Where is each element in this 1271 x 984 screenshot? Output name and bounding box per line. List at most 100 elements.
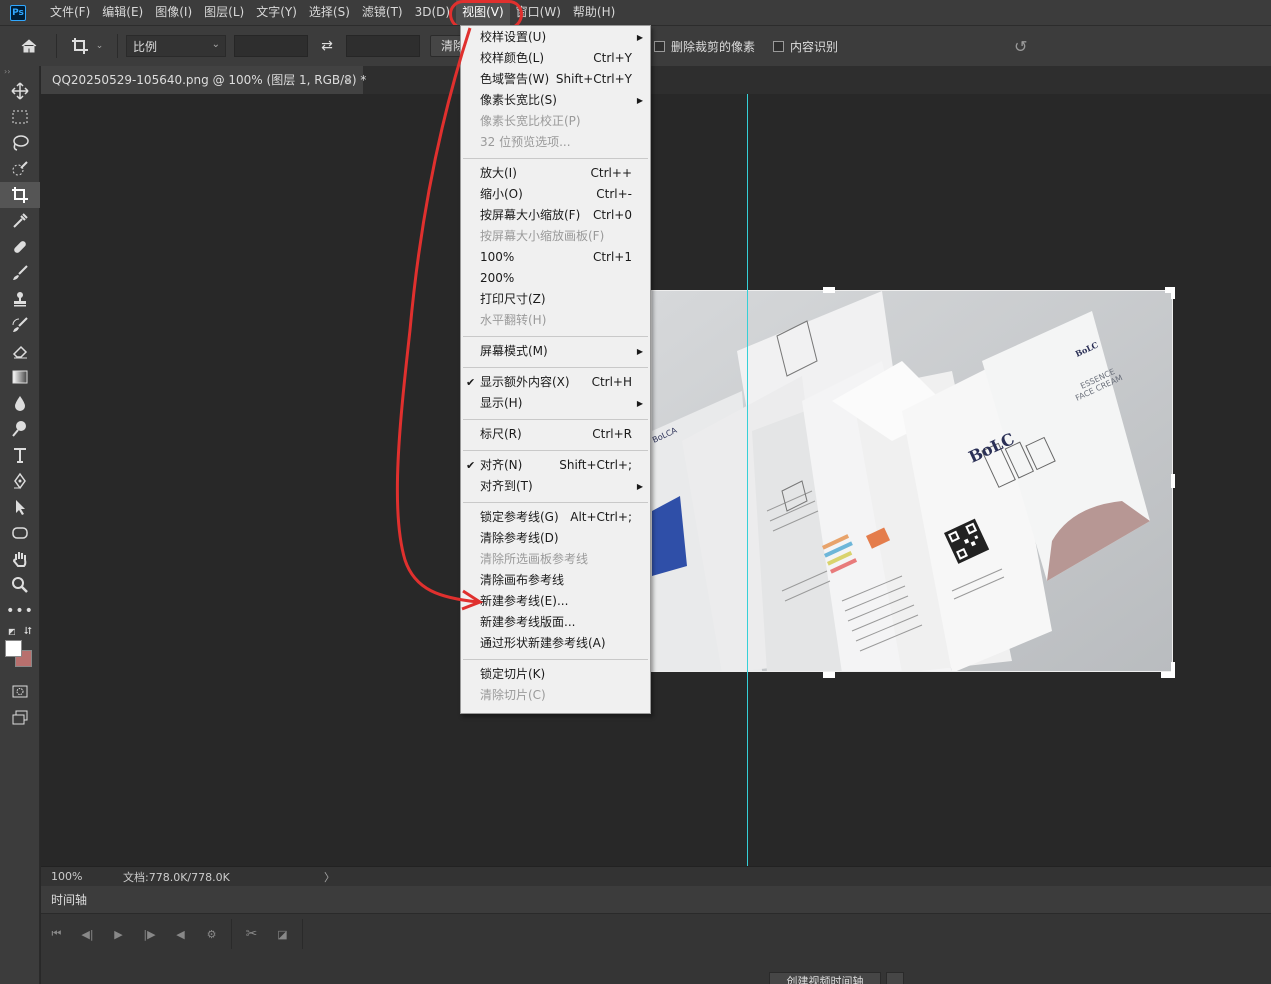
view-menu-item[interactable]: 校样设置(U) ▶: [461, 27, 650, 48]
collapse-icon[interactable]: ››: [0, 66, 39, 78]
quick-select-tool[interactable]: [0, 156, 40, 182]
settings-button[interactable]: ⚙: [196, 919, 227, 949]
view-menu-item[interactable]: 锁定参考线(G) Alt+Ctrl+;: [461, 507, 650, 528]
stamp-tool[interactable]: [0, 286, 40, 312]
view-menu-item[interactable]: 屏幕模式(M) ▶: [461, 341, 650, 362]
menu-0[interactable]: 文件(F): [44, 0, 96, 25]
menu-2[interactable]: 图像(I): [149, 0, 198, 25]
timeline-tab[interactable]: 时间轴: [41, 886, 1271, 914]
lasso-tool[interactable]: [0, 130, 40, 156]
view-menu-item[interactable]: 放大(I) Ctrl++: [461, 163, 650, 184]
play-button[interactable]: ▶: [103, 919, 134, 949]
view-menu-item[interactable]: 清除参考线(D): [461, 528, 650, 549]
view-menu-item[interactable]: 对齐到(T) ▶: [461, 476, 650, 497]
view-menu-item[interactable]: ✔ 对齐(N) Shift+Ctrl+;: [461, 455, 650, 476]
reset-icon[interactable]: ↺: [1014, 37, 1027, 56]
document-image[interactable]: BoLC BoLC ESSENCE FACE CREAM BoLCA: [651, 290, 1173, 672]
view-menu-item[interactable]: 打印尺寸(Z): [461, 289, 650, 310]
pen-tool[interactable]: [0, 468, 40, 494]
zoom-tool[interactable]: [0, 572, 40, 598]
first-frame-button[interactable]: ⏮: [41, 919, 72, 949]
history-brush-tool[interactable]: [0, 312, 40, 338]
rounded-rect-icon: [12, 527, 28, 539]
gradient-tool[interactable]: [0, 364, 40, 390]
menu-4[interactable]: 文字(Y): [250, 0, 303, 25]
menu-6[interactable]: 滤镜(T): [356, 0, 409, 25]
crop-handle-right[interactable]: [1171, 474, 1175, 488]
view-menu-item[interactable]: 100% Ctrl+1: [461, 247, 650, 268]
shape-tool[interactable]: [0, 520, 40, 546]
home-button[interactable]: [10, 29, 48, 63]
content-aware-checkbox[interactable]: 内容识别: [773, 38, 838, 55]
healing-brush-tool[interactable]: [0, 234, 40, 260]
canvas-area[interactable]: BoLC BoLC ESSENCE FACE CREAM BoLCA: [41, 94, 1271, 866]
swap-icon[interactable]: ⇄: [308, 38, 346, 54]
crop-preset-button[interactable]: ⌄: [65, 32, 109, 60]
view-menu-item[interactable]: ✔ 显示额外内容(X) Ctrl+H: [461, 372, 650, 393]
view-menu-item[interactable]: 新建参考线(E)...: [461, 591, 650, 612]
zoom-level[interactable]: 100%: [41, 870, 99, 883]
view-menu-item[interactable]: 显示(H) ▶: [461, 393, 650, 414]
crop-handle-top[interactable]: [823, 287, 835, 293]
split-button[interactable]: ✂: [236, 919, 267, 949]
menu-8[interactable]: 视图(V): [456, 0, 510, 25]
foreground-color[interactable]: [5, 640, 22, 657]
move-tool[interactable]: [0, 78, 40, 104]
view-menu-item[interactable]: 缩小(O) Ctrl+-: [461, 184, 650, 205]
eyedropper-tool[interactable]: [0, 208, 40, 234]
create-video-timeline-button[interactable]: 创建视频时间轴: [769, 972, 881, 984]
quick-mask-button[interactable]: [0, 678, 40, 704]
crop-tool[interactable]: [0, 182, 40, 208]
view-menu-item[interactable]: 按屏幕大小缩放(F) Ctrl+0: [461, 205, 650, 226]
view-menu-item[interactable]: 新建参考线版面...: [461, 612, 650, 633]
height-input[interactable]: [346, 35, 420, 57]
menu-10[interactable]: 帮助(H): [567, 0, 621, 25]
crop-handle-bottom[interactable]: [823, 672, 835, 678]
menu-7[interactable]: 3D(D): [409, 0, 456, 25]
width-input[interactable]: [234, 35, 308, 57]
document-tab[interactable]: QQ20250529-105640.png @ 100% (图层 1, RGB/…: [41, 66, 366, 94]
audio-button[interactable]: ◀: [165, 919, 196, 949]
view-menu-item[interactable]: 清除画布参考线: [461, 570, 650, 591]
menu-5[interactable]: 选择(S): [303, 0, 356, 25]
crop-handle-bottom-right-v[interactable]: [1171, 662, 1175, 676]
view-menu-item[interactable]: 校样颜色(L) Ctrl+Y: [461, 48, 650, 69]
transition-button[interactable]: ◪: [267, 919, 298, 949]
view-menu-item-label: 标尺(R): [480, 427, 522, 441]
status-menu-arrow[interactable]: 〉: [324, 869, 335, 885]
dodge-tool[interactable]: [0, 416, 40, 442]
menu-separator: [463, 336, 648, 337]
delete-cropped-label: 删除裁剪的像素: [671, 39, 756, 54]
menu-1[interactable]: 编辑(E): [96, 0, 149, 25]
submenu-arrow-icon: ▶: [636, 482, 643, 491]
view-menu-item[interactable]: 200%: [461, 268, 650, 289]
view-menu-item[interactable]: 通过形状新建参考线(A): [461, 633, 650, 654]
blur-tool[interactable]: [0, 390, 40, 416]
view-menu-item[interactable]: 标尺(R) Ctrl+R: [461, 424, 650, 445]
view-menu-item[interactable]: 色域警告(W) Shift+Ctrl+Y: [461, 69, 650, 90]
menu-3[interactable]: 图层(L): [198, 0, 250, 25]
ratio-select[interactable]: 比例 ⌄: [126, 35, 226, 57]
close-icon[interactable]: ×: [343, 66, 353, 94]
next-frame-button[interactable]: |▶: [134, 919, 165, 949]
screen-mode-button[interactable]: [0, 704, 40, 730]
swap-colors[interactable]: ◩ ⮃: [0, 624, 40, 638]
path-selection-tool[interactable]: [0, 494, 40, 520]
create-timeline-dropdown[interactable]: [886, 972, 904, 984]
brush-tool[interactable]: [0, 260, 40, 286]
crop-handle-top-right-v[interactable]: [1171, 287, 1175, 299]
more-tools[interactable]: •••: [0, 598, 40, 624]
eraser-tool[interactable]: [0, 338, 40, 364]
marquee-tool[interactable]: [0, 104, 40, 130]
type-icon: [14, 448, 26, 463]
type-tool[interactable]: [0, 442, 40, 468]
previous-frame-button[interactable]: ◀|: [72, 919, 103, 949]
history-brush-icon: [12, 317, 28, 332]
magnifier-icon: [12, 577, 28, 593]
delete-cropped-checkbox[interactable]: 删除裁剪的像素: [654, 38, 755, 55]
view-menu-item[interactable]: 像素长宽比(S) ▶: [461, 90, 650, 111]
view-menu-item[interactable]: 锁定切片(K): [461, 664, 650, 685]
hand-tool[interactable]: [0, 546, 40, 572]
guide-line[interactable]: [747, 94, 748, 866]
menu-9[interactable]: 窗口(W): [510, 0, 567, 25]
